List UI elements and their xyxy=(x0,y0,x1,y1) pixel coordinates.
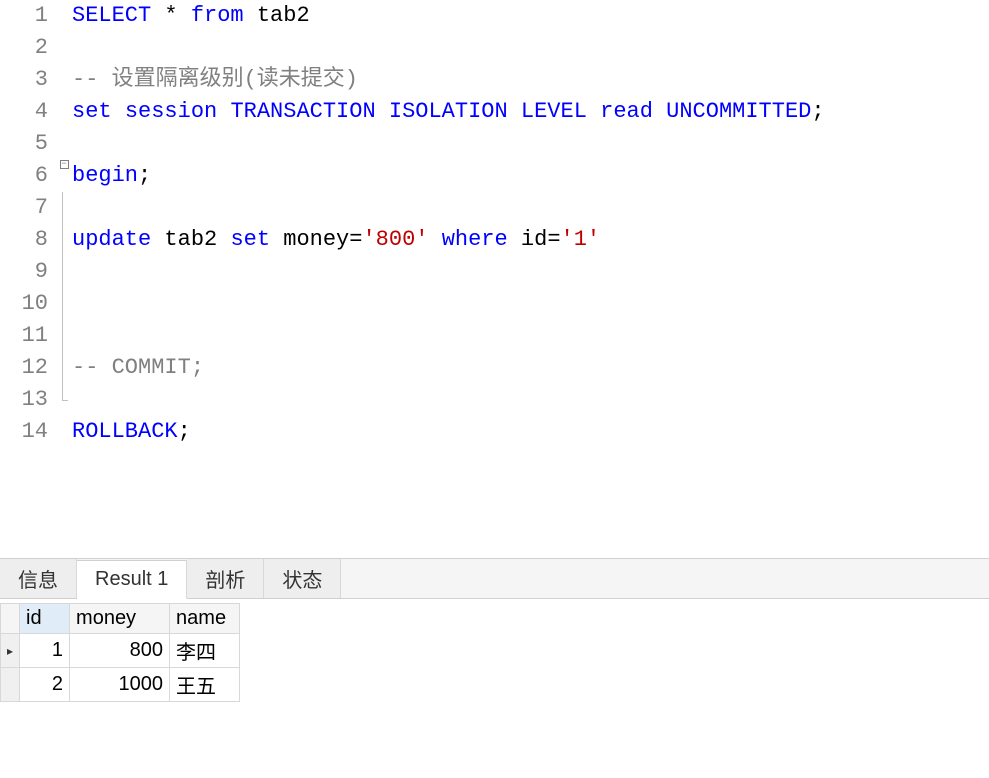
col-header-name[interactable]: name xyxy=(170,604,240,634)
code-content[interactable]: update tab2 set money='800' where id='1' xyxy=(70,224,600,256)
line-number: 2 xyxy=(0,32,58,64)
table-row[interactable]: 21000王五 xyxy=(1,668,240,702)
code-content[interactable]: -- COMMIT; xyxy=(70,352,204,384)
code-line[interactable]: 10 xyxy=(0,288,989,320)
code-line[interactable]: 5 xyxy=(0,128,989,160)
code-content[interactable]: SELECT * from tab2 xyxy=(70,0,310,32)
cell-id[interactable]: 1 xyxy=(20,634,70,668)
code-line[interactable]: 9 xyxy=(0,256,989,288)
line-number: 8 xyxy=(0,224,58,256)
cell-money[interactable]: 1000 xyxy=(70,668,170,702)
cell-id[interactable]: 2 xyxy=(20,668,70,702)
code-line[interactable]: 3 -- 设置隔离级别(读未提交) xyxy=(0,64,989,96)
cell-money[interactable]: 800 xyxy=(70,634,170,668)
table-row[interactable]: 1800李四 xyxy=(1,634,240,668)
col-header-id[interactable]: id xyxy=(20,604,70,634)
col-header-money[interactable]: money xyxy=(70,604,170,634)
row-indicator xyxy=(1,668,20,702)
code-line[interactable]: 1 SELECT * from tab2 xyxy=(0,0,989,32)
results-panel: 信息 Result 1 剖析 状态 id money name 1800李四21… xyxy=(0,558,989,702)
line-number: 1 xyxy=(0,0,58,32)
line-number: 5 xyxy=(0,128,58,160)
code-line[interactable]: 12 -- COMMIT; xyxy=(0,352,989,384)
code-content[interactable]: begin; xyxy=(70,160,151,192)
code-line[interactable]: 11 xyxy=(0,320,989,352)
line-number: 14 xyxy=(0,416,58,448)
line-number: 13 xyxy=(0,384,58,416)
code-line[interactable]: 14 ROLLBACK; xyxy=(0,416,989,448)
line-number: 11 xyxy=(0,320,58,352)
line-number: 9 xyxy=(0,256,58,288)
code-line[interactable]: 6−begin; xyxy=(0,160,989,192)
line-number: 3 xyxy=(0,64,58,96)
tab-result-1[interactable]: Result 1 xyxy=(77,560,187,599)
fold-toggle-icon[interactable]: − xyxy=(60,160,69,169)
code-line[interactable]: 2 xyxy=(0,32,989,64)
result-grid[interactable]: id money name 1800李四21000王五 xyxy=(0,603,240,702)
code-line[interactable]: 7 xyxy=(0,192,989,224)
code-line[interactable]: 4 set session TRANSACTION ISOLATION LEVEL… xyxy=(0,96,989,128)
row-indicator xyxy=(1,634,20,668)
cell-name[interactable]: 李四 xyxy=(170,634,240,668)
tab-status[interactable]: 状态 xyxy=(264,559,341,598)
code-content[interactable]: ROLLBACK; xyxy=(70,416,191,448)
cell-name[interactable]: 王五 xyxy=(170,668,240,702)
sql-editor[interactable]: 1 SELECT * from tab2 23 -- 设置隔离级别(读未提交) 4 set… xyxy=(0,0,989,558)
tab-profile[interactable]: 剖析 xyxy=(187,559,264,598)
line-number: 12 xyxy=(0,352,58,384)
code-content[interactable]: set session TRANSACTION ISOLATION LEVEL … xyxy=(70,96,825,128)
code-line[interactable]: 8 update tab2 set money='800' where id='1… xyxy=(0,224,989,256)
tab-info[interactable]: 信息 xyxy=(0,559,77,598)
code-line[interactable]: 13 xyxy=(0,384,989,416)
fold-gutter[interactable]: − xyxy=(58,160,70,169)
line-number: 7 xyxy=(0,192,58,224)
line-number: 10 xyxy=(0,288,58,320)
line-number: 4 xyxy=(0,96,58,128)
row-header-blank xyxy=(1,604,20,634)
line-number: 6 xyxy=(0,160,58,192)
result-tabs: 信息 Result 1 剖析 状态 xyxy=(0,559,989,599)
code-content[interactable]: -- 设置隔离级别(读未提交) xyxy=(70,64,358,96)
